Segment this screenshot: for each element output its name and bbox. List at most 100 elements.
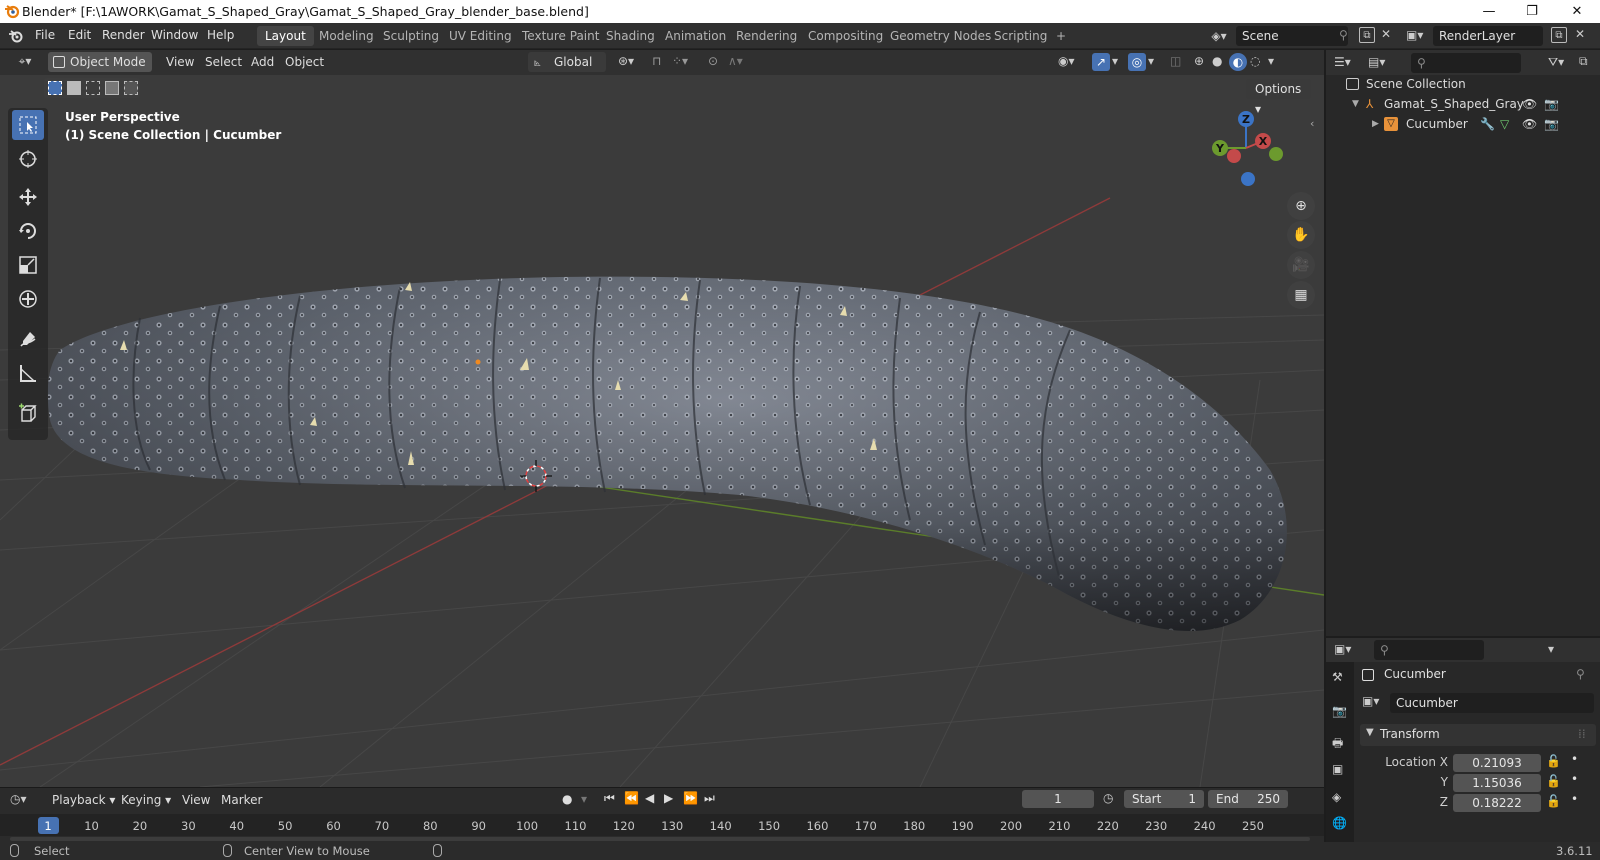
- keyframe-dot-icon[interactable]: •: [1571, 752, 1578, 766]
- lock-icon[interactable]: 🔓: [1546, 754, 1561, 768]
- pan-button[interactable]: ✋: [1287, 221, 1315, 249]
- visibility-icon[interactable]: ◉▾: [1058, 54, 1075, 68]
- camera-render-icon[interactable]: 📷: [1544, 114, 1559, 134]
- menu-window[interactable]: Window: [151, 28, 198, 42]
- minimize-button[interactable]: —: [1466, 0, 1512, 23]
- menu-render[interactable]: Render: [102, 28, 145, 42]
- select-subtract-icon[interactable]: [86, 81, 100, 95]
- delete-render-layer-icon[interactable]: ✕: [1575, 27, 1585, 41]
- sidebar-toggle-icon[interactable]: ‹: [1310, 117, 1314, 130]
- location-x-field[interactable]: 0.21093: [1453, 754, 1541, 772]
- zoom-button[interactable]: ⊕: [1287, 192, 1315, 220]
- tab-scripting[interactable]: Scripting: [986, 26, 1055, 46]
- start-frame-field[interactable]: Start 1: [1124, 790, 1204, 808]
- expand-right-icon[interactable]: ▶: [1372, 114, 1379, 134]
- navigation-gizmo[interactable]: Z X Y: [1206, 104, 1296, 194]
- object-name-field[interactable]: Cucumber: [1390, 693, 1594, 713]
- viewport-menu-add[interactable]: Add: [251, 55, 274, 69]
- pin-icon[interactable]: ⚲: [1576, 667, 1585, 681]
- render-layer-field[interactable]: RenderLayer: [1433, 26, 1543, 46]
- jump-end-icon[interactable]: ⏭: [704, 791, 715, 806]
- current-frame-field[interactable]: 1: [1022, 790, 1094, 808]
- new-scene-icon[interactable]: ⧉: [1359, 27, 1375, 43]
- output-tab-icon[interactable]: 🖶: [1332, 734, 1343, 755]
- gizmo-neg-y-icon[interactable]: [1269, 147, 1283, 161]
- outliner-search-input[interactable]: ⚲: [1411, 53, 1521, 73]
- delete-scene-icon[interactable]: ✕: [1381, 27, 1391, 41]
- scene-icon[interactable]: ◈▾: [1206, 28, 1232, 44]
- tool-tab-icon[interactable]: ⚒: [1332, 670, 1343, 684]
- tab-modeling[interactable]: Modeling: [311, 26, 382, 46]
- editor-type-icon[interactable]: ⌖▾: [10, 54, 40, 69]
- ortho-toggle-button[interactable]: ▦: [1287, 281, 1315, 309]
- tab-uv-editing[interactable]: UV Editing: [441, 26, 520, 46]
- gizmo-neg-z-icon[interactable]: [1241, 172, 1255, 186]
- proportional-edit-icon[interactable]: ⊙: [708, 54, 718, 68]
- select-extend-icon[interactable]: [67, 81, 81, 95]
- restore-button[interactable]: ❐: [1509, 0, 1555, 23]
- select-box-tool[interactable]: [12, 110, 44, 140]
- mode-dropdown[interactable]: Object Mode: [48, 52, 152, 72]
- auto-key-menu-icon[interactable]: ▾: [581, 792, 587, 806]
- scene-tab-icon[interactable]: ◈: [1332, 790, 1341, 804]
- new-render-layer-icon[interactable]: ⧉: [1551, 27, 1567, 43]
- outliner-row-armature[interactable]: ▼ ⅄ Gamat_S_Shaped_Gray 👁 📷: [1326, 94, 1600, 114]
- rotate-tool[interactable]: [12, 216, 44, 246]
- location-y-field[interactable]: 1.15036: [1453, 774, 1541, 792]
- jump-keyframe-back-icon[interactable]: ⏪: [624, 791, 639, 805]
- select-invert-icon[interactable]: [105, 81, 119, 95]
- menu-help[interactable]: Help: [207, 28, 234, 42]
- tab-sculpting[interactable]: Sculpting: [375, 26, 447, 46]
- viewport-menu-object[interactable]: Object: [285, 55, 324, 69]
- outliner-row-cucumber[interactable]: ▶ ▽ Cucumber 🔧 ▽ 👁 📷: [1326, 114, 1600, 134]
- snap-icon[interactable]: ⊓: [652, 54, 661, 68]
- outliner-row-scene-collection[interactable]: Scene Collection: [1326, 74, 1600, 94]
- keyframe-dot-icon[interactable]: •: [1571, 772, 1578, 786]
- sea-cucumber-mesh[interactable]: [47, 276, 1287, 632]
- falloff-icon[interactable]: ∧▾: [728, 54, 743, 68]
- menu-file[interactable]: File: [35, 28, 55, 42]
- keyframe-dot-icon[interactable]: •: [1571, 792, 1578, 806]
- scene-field[interactable]: Scene: [1236, 26, 1348, 46]
- cursor-tool[interactable]: [12, 144, 44, 174]
- overlay-menu-icon[interactable]: ▾: [1148, 54, 1154, 68]
- solid-shading-icon[interactable]: ●: [1212, 54, 1222, 68]
- modifier-wrench-icon[interactable]: 🔧: [1480, 114, 1495, 134]
- rendered-shading-icon[interactable]: ◌: [1250, 54, 1260, 68]
- add-cube-tool[interactable]: [12, 398, 44, 428]
- scale-tool[interactable]: [12, 250, 44, 280]
- tab-shading[interactable]: Shading: [598, 26, 663, 46]
- wireframe-shading-icon[interactable]: ⊕: [1194, 54, 1204, 68]
- overlay-toggle-icon[interactable]: ◎: [1128, 53, 1146, 71]
- select-new-icon[interactable]: [48, 81, 62, 95]
- filter-icon[interactable]: ⛛▾: [1548, 55, 1564, 70]
- viewport-menu-select[interactable]: Select: [205, 55, 242, 69]
- annotate-tool[interactable]: [12, 324, 44, 354]
- timeline-menu-marker[interactable]: Marker: [221, 793, 262, 807]
- snap-target-icon[interactable]: ⁘▾: [672, 54, 688, 68]
- orientation-dropdown[interactable]: ⦝ Global: [528, 52, 606, 72]
- timeline-menu-playback[interactable]: Playback ▾: [52, 793, 115, 807]
- timeline-scrollbar[interactable]: [10, 837, 1310, 841]
- eye-icon[interactable]: 👁: [1522, 114, 1537, 134]
- properties-options-icon[interactable]: ▾: [1548, 642, 1554, 656]
- select-intersect-icon[interactable]: [124, 81, 138, 95]
- play-reverse-icon[interactable]: ◀: [645, 791, 654, 805]
- blender-menu-icon[interactable]: [8, 28, 24, 44]
- gizmo-neg-x-icon[interactable]: [1227, 149, 1241, 163]
- material-preview-icon[interactable]: ◐: [1229, 53, 1247, 71]
- object-datablock-icon[interactable]: ▣▾: [1362, 694, 1379, 708]
- timeline-menu-view[interactable]: View: [182, 793, 210, 807]
- options-dropdown[interactable]: Options ▾: [1246, 79, 1311, 116]
- play-icon[interactable]: ▶: [664, 791, 673, 805]
- xray-icon[interactable]: ◫: [1170, 54, 1181, 68]
- properties-editor-type-icon[interactable]: ▣▾: [1334, 642, 1351, 656]
- display-mode-icon[interactable]: ▤▾: [1368, 55, 1385, 69]
- expand-down-icon[interactable]: ▼: [1352, 94, 1359, 114]
- shading-menu-icon[interactable]: ▾: [1268, 54, 1274, 68]
- record-icon[interactable]: ●: [562, 792, 572, 806]
- tab-compositing[interactable]: Compositing: [800, 26, 891, 46]
- menu-edit[interactable]: Edit: [68, 28, 91, 42]
- jump-start-icon[interactable]: ⏮: [604, 791, 615, 806]
- pivot-icon[interactable]: ⊛▾: [618, 54, 634, 68]
